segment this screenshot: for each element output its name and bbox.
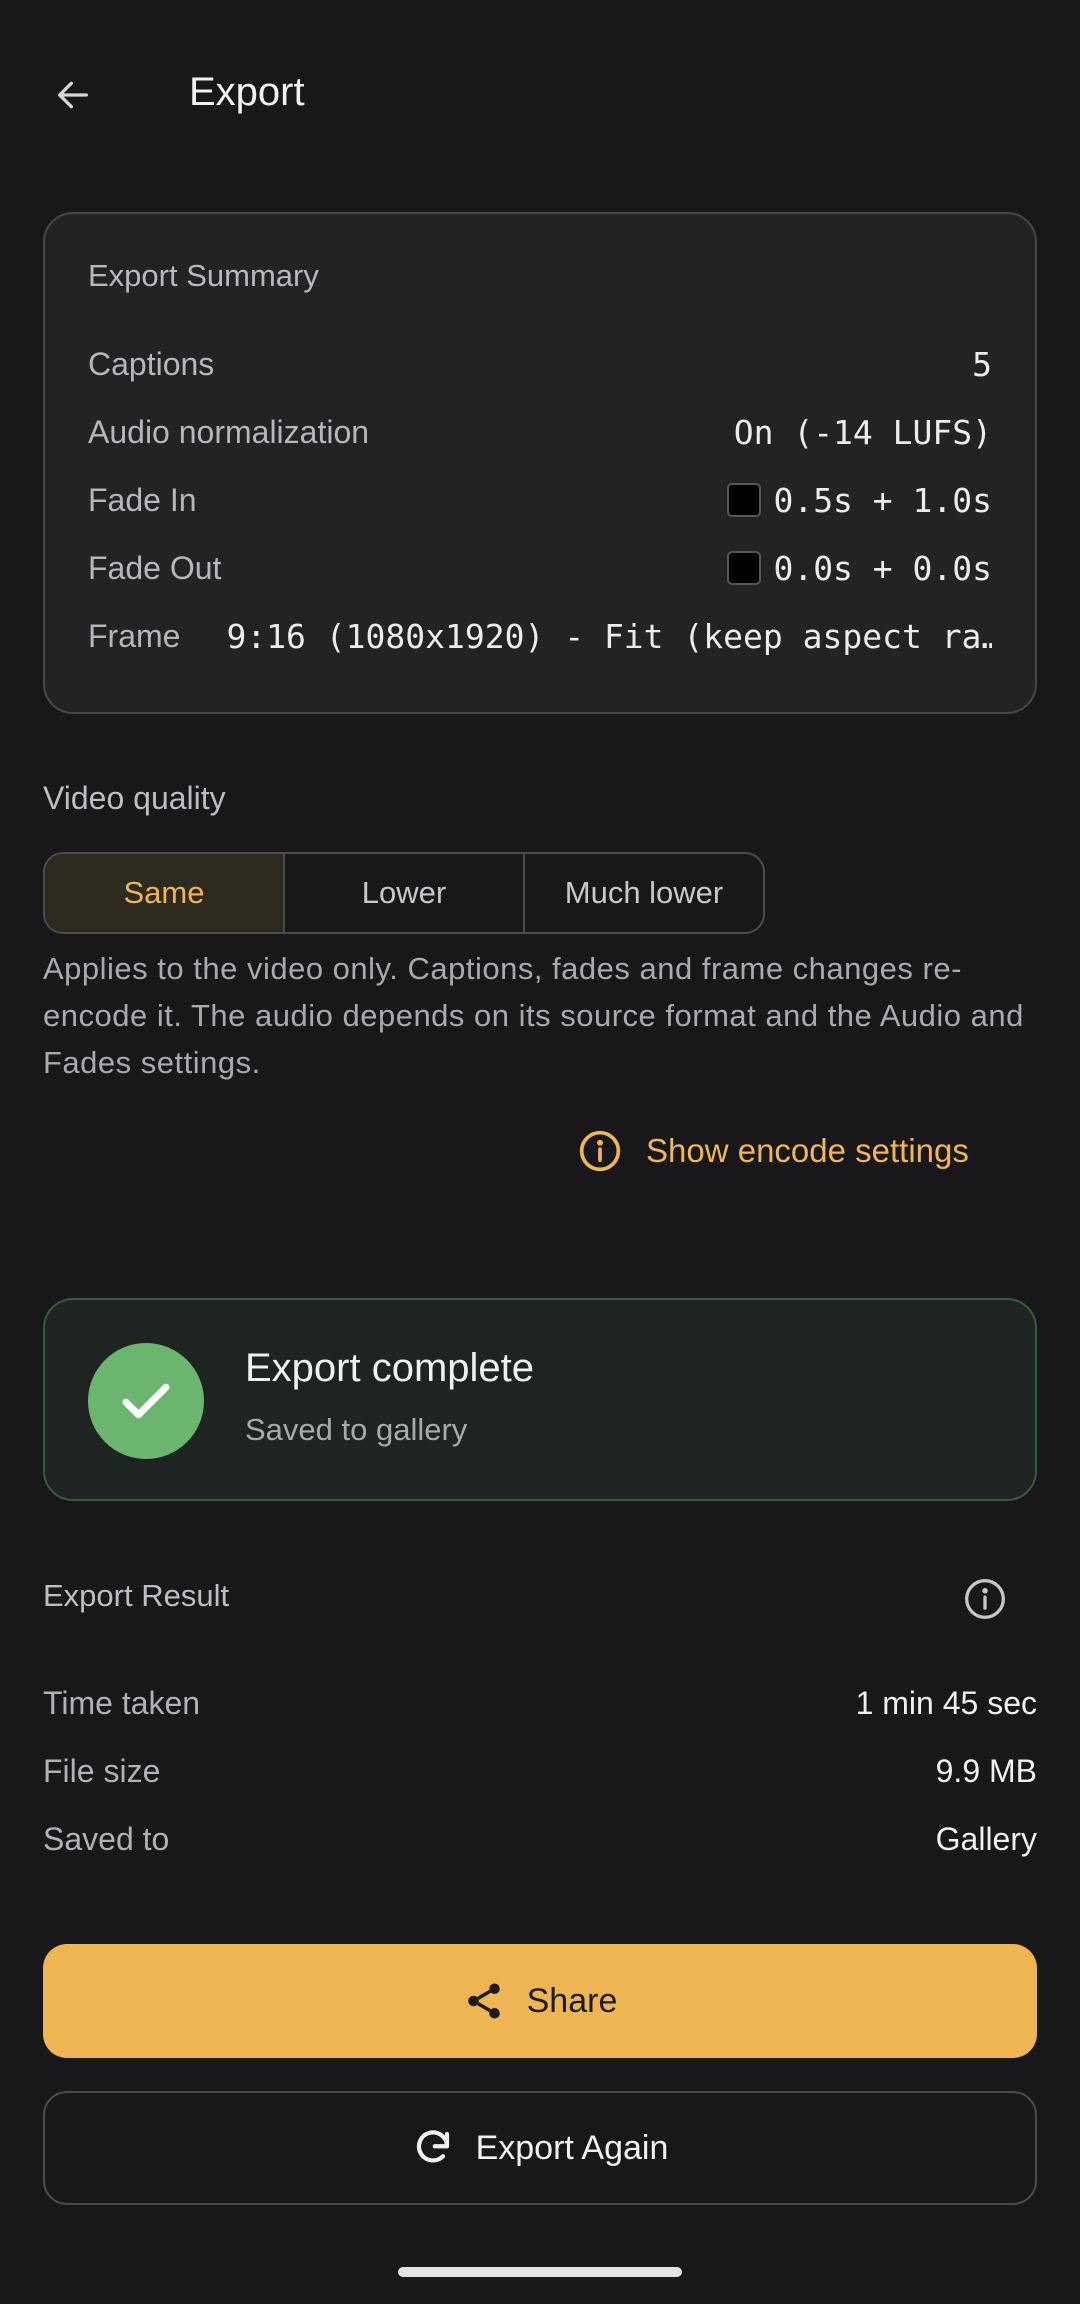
result-row-time-taken: Time taken 1 min 45 sec [43, 1678, 1037, 1728]
quality-option-much-lower[interactable]: Much lower [525, 854, 763, 932]
app-bar: Export [0, 0, 1080, 190]
export-again-label: Export Again [475, 2128, 669, 2167]
result-value: Gallery [935, 1820, 1037, 1857]
summary-label: Fade In [88, 481, 197, 518]
success-badge [88, 1343, 204, 1459]
summary-label: Frame [88, 617, 181, 654]
summary-row-frame: Frame 9:16 (1080x1920) - Fit (keep aspec… [88, 611, 992, 661]
export-complete-card: Export complete Saved to gallery [43, 1298, 1037, 1501]
result-value: 9.9 MB [935, 1752, 1037, 1789]
status-subtitle: Saved to gallery [245, 1412, 468, 1447]
fade-in-color-swatch [727, 483, 762, 517]
summary-label: Audio normalization [88, 413, 370, 450]
result-label: File size [43, 1752, 161, 1789]
share-button[interactable]: Share [43, 1944, 1037, 2058]
summary-value: On (-14 LUFS) [733, 412, 992, 452]
summary-value: 0.5s + 1.0s [773, 480, 992, 520]
arrow-left-icon [58, 81, 89, 109]
summary-value: 9:16 (1080x1920) - Fit (keep aspect ra… [226, 616, 992, 656]
export-again-button[interactable]: Export Again [43, 2091, 1037, 2205]
info-icon [965, 1579, 1005, 1619]
checkmark-icon [122, 1383, 170, 1419]
page-title: Export [189, 70, 305, 114]
back-button[interactable] [38, 60, 108, 130]
status-title: Export complete [245, 1346, 535, 1390]
show-encode-settings-button[interactable]: Show encode settings [578, 1124, 969, 1178]
result-label: Time taken [43, 1684, 201, 1721]
summary-label: Captions [88, 345, 215, 382]
summary-value: 5 [972, 344, 992, 384]
summary-value: 0.0s + 0.0s [773, 548, 992, 588]
summary-value-group: 0.0s + 0.0s [727, 549, 992, 588]
summary-row-fade-out: Fade Out 0.0s + 0.0s [88, 543, 992, 593]
summary-title: Export Summary [88, 258, 319, 293]
summary-row-audio-normalization: Audio normalization On (-14 LUFS) [88, 407, 992, 457]
share-label: Share [526, 1981, 618, 2020]
video-quality-help-text: Applies to the video only. Captions, fad… [43, 951, 1024, 1080]
home-indicator[interactable] [398, 2267, 682, 2277]
result-row-file-size: File size 9.9 MB [43, 1746, 1037, 1796]
refresh-icon [412, 2127, 454, 2169]
result-row-saved-to: Saved to Gallery [43, 1814, 1037, 1864]
summary-row-captions: Captions 5 [88, 339, 992, 389]
export-result-label: Export Result [43, 1578, 230, 1613]
export-result-info-button[interactable] [958, 1572, 1012, 1626]
result-label: Saved to [43, 1820, 170, 1857]
summary-label: Fade Out [88, 549, 222, 586]
video-quality-label: Video quality [43, 780, 226, 816]
show-encode-settings-label: Show encode settings [646, 1132, 969, 1169]
share-icon [463, 1980, 505, 2022]
info-icon [578, 1129, 622, 1173]
fade-out-color-swatch [727, 551, 762, 585]
export-summary-card: Export Summary Captions 5 Audio normaliz… [43, 212, 1037, 714]
video-quality-selector: Same Lower Much lower [43, 852, 765, 934]
quality-option-lower[interactable]: Lower [285, 854, 525, 932]
quality-option-same[interactable]: Same [45, 854, 285, 932]
summary-value-group: 0.5s + 1.0s [727, 481, 992, 520]
summary-row-fade-in: Fade In 0.5s + 1.0s [88, 475, 992, 525]
result-value: 1 min 45 sec [855, 1684, 1037, 1721]
